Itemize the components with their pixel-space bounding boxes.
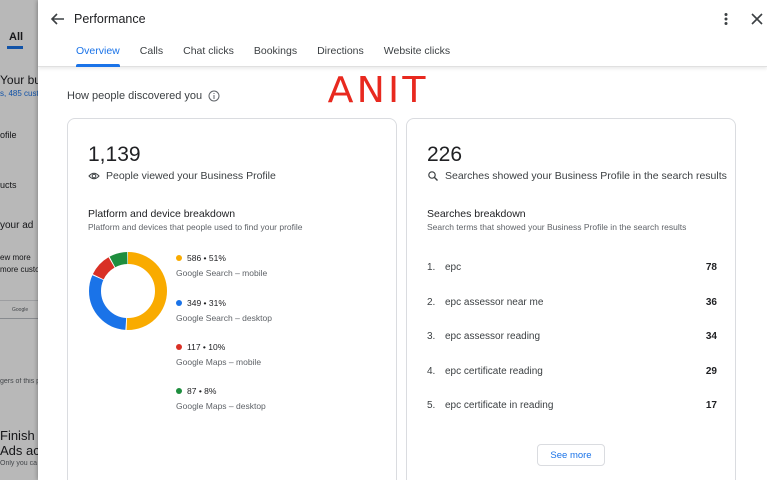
dialog-header: Performance Overview Calls Chat clicks B… <box>38 0 767 67</box>
tab-bar: Overview Calls Chat clicks Bookings Dire… <box>76 45 470 67</box>
legend-label: Google Search – mobile <box>176 268 268 278</box>
rank-number: 3. <box>427 331 436 342</box>
info-icon[interactable] <box>208 90 220 102</box>
section-title: How people discovered you <box>67 90 203 102</box>
legend-dot <box>176 255 182 261</box>
search-term: epc certificate in reading <box>445 400 554 411</box>
search-icon <box>428 171 438 181</box>
section-heading: How people discovered you <box>67 90 220 102</box>
legend-value: 117 • 10% <box>187 342 226 352</box>
views-count: 1,139 <box>88 143 141 166</box>
views-caption: People viewed your Business Profile <box>106 170 276 182</box>
legend-label: Google Maps – mobile <box>176 357 262 367</box>
searches-breakdown-desc: Search terms that showed your Business P… <box>427 222 687 232</box>
more-vert-icon <box>724 13 728 25</box>
tab-website-clicks[interactable]: Website clicks <box>384 45 450 67</box>
search-count: 29 <box>705 365 717 377</box>
handwritten-annotation: ANIT <box>327 70 429 111</box>
close-button[interactable] <box>747 9 767 29</box>
search-term: epc <box>445 262 462 273</box>
tab-bookings[interactable]: Bookings <box>254 45 297 67</box>
tab-calls[interactable]: Calls <box>140 45 163 67</box>
legend-item: 117 • 10% Google Maps – mobile <box>176 342 336 367</box>
search-term: epc certificate reading <box>445 365 543 377</box>
searches-count: 226 <box>427 143 463 166</box>
arrow-back-icon <box>50 13 64 25</box>
search-count: 36 <box>705 296 717 308</box>
legend-item: 586 • 51% Google Search – mobile <box>176 253 336 278</box>
rank-number: 2. <box>427 296 436 308</box>
eye-icon <box>88 172 100 180</box>
list-item: 3. epc assessor reading 34 <box>427 331 717 345</box>
legend-item: 349 • 31% Google Search – desktop <box>176 298 336 323</box>
tab-directions[interactable]: Directions <box>317 45 364 67</box>
rank-number: 1. <box>427 262 436 273</box>
views-caption-row: People viewed your Business Profile <box>88 170 276 182</box>
back-button[interactable] <box>47 9 69 29</box>
search-term: epc assessor near me <box>445 296 544 308</box>
dialog-content: How people discovered you ANIT 1,139 Peo… <box>38 68 767 480</box>
search-term: epc assessor reading <box>445 331 541 342</box>
searches-caption-row: Searches showed your Business Profile in… <box>427 170 727 182</box>
rank-number: 4. <box>427 365 436 377</box>
list-item: 2. epc assessor near me 36 <box>427 297 717 311</box>
modal-scrim[interactable] <box>0 0 38 480</box>
more-options-button[interactable] <box>718 9 734 29</box>
list-item: 4. epc certificate reading 29 <box>427 366 717 380</box>
tab-overview[interactable]: Overview <box>76 45 120 67</box>
list-item: 1. epc 78 <box>427 262 717 276</box>
list-item: 5. epc certificate in reading 17 <box>427 400 717 414</box>
views-card: 1,139 People viewed your Business Profil… <box>67 118 397 480</box>
platform-breakdown-title: Platform and device breakdown <box>88 208 236 220</box>
performance-dialog: Performance Overview Calls Chat clicks B… <box>38 0 767 480</box>
see-more-button[interactable]: See more <box>537 444 605 466</box>
rank-number: 5. <box>427 400 436 411</box>
searches-caption: Searches showed your Business Profile in… <box>445 170 727 182</box>
dialog-title: Performance <box>74 12 146 26</box>
searches-breakdown-title: Searches breakdown <box>427 208 526 220</box>
platform-breakdown-desc: Platform and devices that people used to… <box>88 222 303 232</box>
legend-value: 87 • 8% <box>187 386 217 396</box>
search-count: 34 <box>705 331 717 342</box>
legend-label: Google Maps – desktop <box>176 401 266 411</box>
legend-value: 349 • 31% <box>187 298 226 308</box>
legend-item: 87 • 8% Google Maps – desktop <box>176 386 336 411</box>
tab-chat-clicks[interactable]: Chat clicks <box>183 45 234 67</box>
legend-value: 586 • 51% <box>187 253 226 263</box>
platform-donut-chart <box>89 252 167 330</box>
search-count: 78 <box>705 262 717 273</box>
legend-dot <box>176 300 182 306</box>
searches-card: 226 Searches showed your Business Profil… <box>406 118 736 480</box>
legend-dot <box>176 388 182 394</box>
search-count: 17 <box>705 400 717 411</box>
legend-dot <box>176 344 182 350</box>
close-icon <box>751 13 763 25</box>
legend-label: Google Search – desktop <box>176 313 272 323</box>
